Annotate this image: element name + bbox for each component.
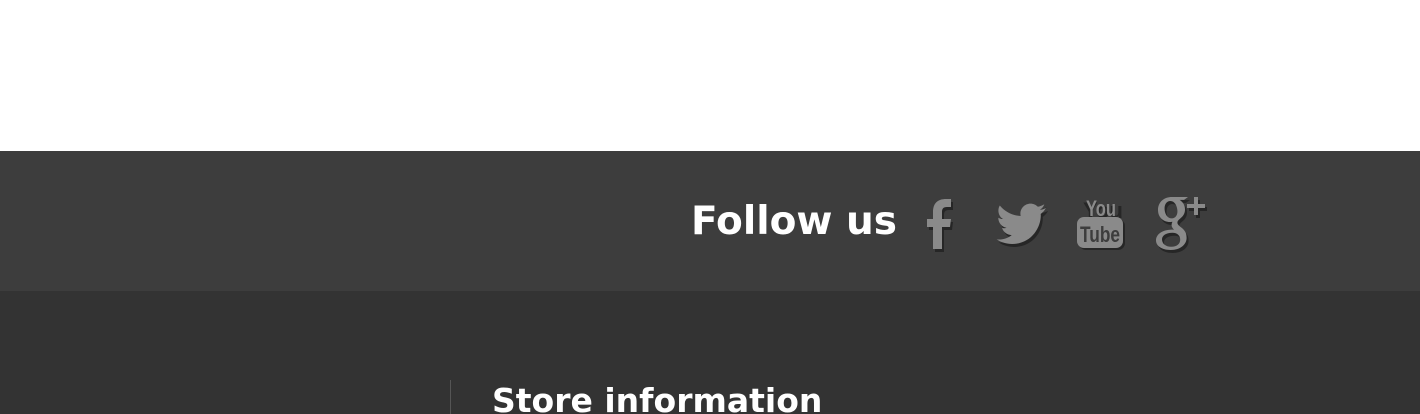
twitter-link[interactable] xyxy=(992,191,1050,255)
social-follow-bar: Follow us You You Tube xyxy=(0,151,1420,291)
youtube-icon: You You Tube xyxy=(1077,196,1125,250)
youtube-icon-bottom: Tube xyxy=(1080,222,1120,247)
footer-column-divider xyxy=(450,380,451,414)
twitter-icon xyxy=(996,203,1048,247)
google-plus-link[interactable] xyxy=(1150,191,1214,255)
follow-us-title: Follow us xyxy=(691,199,897,244)
footer-main: Store information xyxy=(0,291,1420,414)
facebook-link[interactable] xyxy=(916,191,962,255)
google-plus-icon xyxy=(1156,197,1207,253)
content-area-blank xyxy=(0,0,1420,151)
page: Follow us You You Tube Store information xyxy=(0,0,1420,414)
youtube-link[interactable]: You You Tube xyxy=(1072,191,1128,255)
store-information-heading: Store information xyxy=(492,381,823,414)
facebook-icon xyxy=(927,199,953,252)
